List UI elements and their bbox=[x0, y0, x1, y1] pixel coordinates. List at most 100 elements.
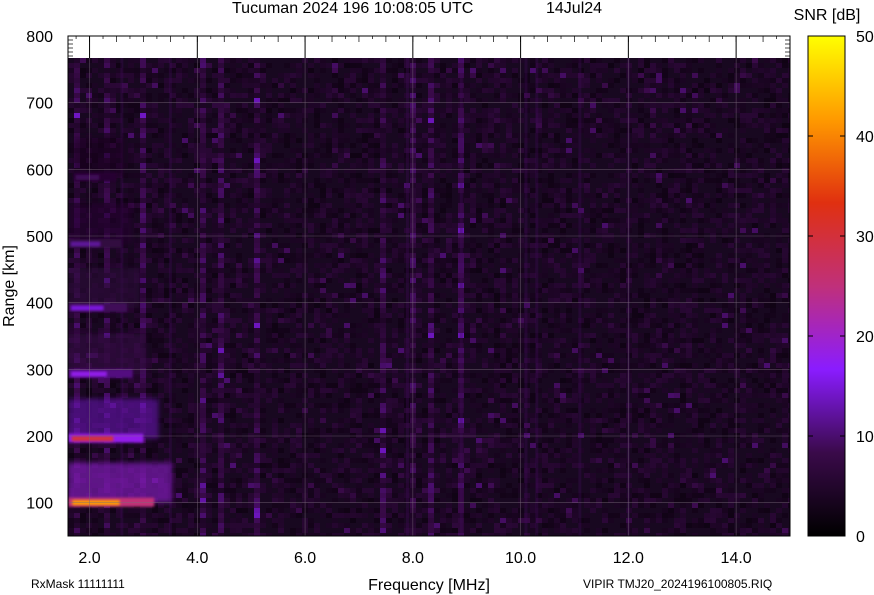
noise-cell bbox=[248, 303, 254, 308]
noise-cell bbox=[218, 373, 224, 378]
noise-cell bbox=[470, 93, 476, 98]
noise-cell bbox=[350, 263, 356, 268]
noise-cell bbox=[206, 428, 212, 433]
noise-cell bbox=[176, 478, 182, 483]
noise-cell bbox=[398, 313, 404, 318]
noise-cell bbox=[464, 318, 470, 323]
noise-cell bbox=[188, 448, 194, 453]
noise-cell bbox=[218, 183, 224, 188]
noise-cell bbox=[326, 143, 332, 148]
noise-cell bbox=[254, 528, 260, 533]
noise-cell bbox=[350, 428, 356, 433]
noise-cell bbox=[284, 503, 290, 508]
noise-cell bbox=[314, 233, 320, 238]
noise-cell bbox=[494, 313, 500, 318]
noise-cell bbox=[344, 98, 350, 103]
noise-cell bbox=[380, 193, 386, 198]
noise-cell bbox=[266, 113, 272, 118]
noise-cell bbox=[188, 133, 194, 138]
noise-cell bbox=[368, 308, 374, 313]
noise-cell bbox=[338, 398, 344, 403]
noise-cell bbox=[296, 323, 302, 328]
noise-cell bbox=[182, 378, 188, 383]
noise-cell bbox=[434, 228, 440, 233]
noise-cell bbox=[128, 163, 134, 168]
noise-cell bbox=[224, 103, 230, 108]
noise-cell bbox=[296, 138, 302, 143]
noise-cell bbox=[218, 108, 224, 113]
noise-cell bbox=[482, 293, 488, 298]
noise-cell bbox=[446, 268, 452, 273]
noise-cell bbox=[452, 493, 458, 498]
noise-cell bbox=[512, 223, 518, 228]
noise-cell bbox=[140, 133, 146, 138]
noise-cell bbox=[500, 178, 506, 183]
noise-cell bbox=[338, 88, 344, 93]
noise-cell bbox=[92, 378, 98, 383]
noise-cell bbox=[356, 373, 362, 378]
noise-cell bbox=[230, 433, 236, 438]
noise-cell bbox=[446, 508, 452, 513]
noise-cell bbox=[362, 458, 368, 463]
noise-cell bbox=[188, 438, 194, 443]
noise-cell bbox=[278, 173, 284, 178]
noise-cell bbox=[236, 423, 242, 428]
noise-cell bbox=[284, 128, 290, 133]
noise-cell bbox=[248, 368, 254, 373]
noise-cell bbox=[494, 128, 500, 133]
noise-cell bbox=[254, 123, 260, 128]
noise-cell bbox=[284, 203, 290, 208]
noise-cell bbox=[248, 503, 254, 508]
noise-cell bbox=[428, 363, 434, 368]
noise-cell bbox=[266, 378, 272, 383]
noise-cell bbox=[416, 118, 422, 123]
noise-cell bbox=[416, 418, 422, 423]
noise-cell bbox=[374, 468, 380, 473]
noise-cell bbox=[272, 523, 278, 528]
noise-cell bbox=[422, 283, 428, 288]
noise-cell bbox=[290, 258, 296, 263]
noise-cell bbox=[296, 388, 302, 393]
noise-cell bbox=[260, 258, 266, 263]
noise-cell bbox=[422, 108, 428, 113]
noise-cell bbox=[206, 193, 212, 198]
noise-cell bbox=[470, 73, 476, 78]
noise-cell bbox=[416, 258, 422, 263]
noise-cell bbox=[440, 68, 446, 73]
noise-cell bbox=[284, 78, 290, 83]
noise-cell bbox=[278, 248, 284, 253]
noise-cell bbox=[386, 218, 392, 223]
noise-cell bbox=[326, 88, 332, 93]
noise-cell bbox=[224, 348, 230, 353]
noise-cell bbox=[182, 343, 188, 348]
noise-cell bbox=[206, 453, 212, 458]
noise-cell bbox=[296, 263, 302, 268]
noise-cell bbox=[104, 128, 110, 133]
noise-cell bbox=[362, 523, 368, 528]
noise-cell bbox=[98, 73, 104, 78]
noise-cell bbox=[464, 73, 470, 78]
noise-cell bbox=[332, 258, 338, 263]
noise-cell bbox=[446, 243, 452, 248]
noise-cell bbox=[362, 243, 368, 248]
noise-cell bbox=[356, 193, 362, 198]
noise-cell bbox=[218, 283, 224, 288]
noise-cell bbox=[500, 258, 506, 263]
noise-cell bbox=[230, 508, 236, 513]
noise-cell bbox=[212, 438, 218, 443]
noise-cell bbox=[230, 468, 236, 473]
noise-cell bbox=[146, 278, 152, 283]
noise-cell bbox=[80, 183, 86, 188]
noise-cell bbox=[464, 448, 470, 453]
noise-cell bbox=[320, 168, 326, 173]
noise-cell bbox=[398, 458, 404, 463]
noise-cell bbox=[386, 408, 392, 413]
noise-cell bbox=[242, 508, 248, 513]
noise-cell bbox=[260, 513, 266, 518]
noise-cell bbox=[146, 113, 152, 118]
noise-cell bbox=[200, 63, 206, 68]
noise-cell bbox=[380, 138, 386, 143]
noise-cell bbox=[320, 383, 326, 388]
noise-cell bbox=[188, 253, 194, 258]
noise-cell bbox=[260, 473, 266, 478]
